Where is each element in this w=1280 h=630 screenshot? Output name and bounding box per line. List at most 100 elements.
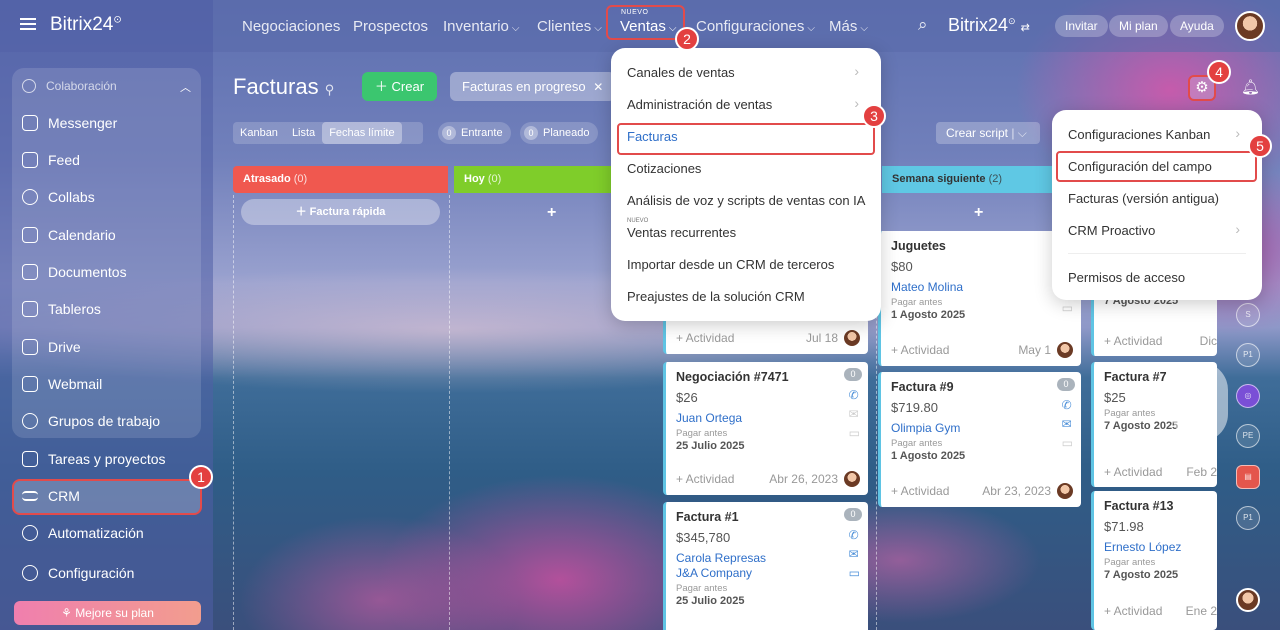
nav-prospectos[interactable]: Prospectos <box>353 18 428 35</box>
view-switcher: Kanban Lista Fechas límite <box>233 122 423 144</box>
bitrix-logo-right: Bitrix24⊙ ⇄ <box>948 15 1030 35</box>
clear-filter-icon: ✕ <box>593 80 604 94</box>
invoice-card[interactable]: Factura #13 $71.98 Ernesto López Pagar a… <box>1091 491 1217 630</box>
collapse-chevron-icon[interactable]: ︿ <box>180 79 191 95</box>
invite-button[interactable]: Invitar <box>1055 15 1108 37</box>
rail-card-icon[interactable]: ▤ <box>1236 465 1260 489</box>
rail-copilot-icon[interactable]: ◎ <box>1236 384 1260 408</box>
ventas-dropdown: Canales de ventas › Administración de ven… <box>611 48 881 321</box>
nav-ventas[interactable]: Ventas ⌵ <box>620 18 676 35</box>
user-avatar[interactable] <box>1235 11 1265 41</box>
collabs-icon <box>22 189 38 205</box>
invoice-card[interactable]: 0 Factura #1 $345,780 Carola Represas J&… <box>663 502 868 630</box>
group-icon <box>22 413 38 429</box>
invoice-card[interactable]: 0 Negociación #7471 $26 Juan Ortega Paga… <box>663 362 868 495</box>
menu-icon[interactable] <box>20 18 36 30</box>
chat-icon: ▭ <box>1061 301 1073 315</box>
collaboration-header[interactable]: Colaboración <box>22 79 117 93</box>
robot-icon <box>22 525 38 541</box>
sidebar-item-messenger[interactable]: Messenger <box>22 115 117 131</box>
invoice-card[interactable]: 0 Factura #9 $719.80 Olimpia Gym Pagar a… <box>878 372 1081 507</box>
nav-mas[interactable]: Más ⌵ <box>829 18 868 35</box>
sidebar-item-tareas[interactable]: Tareas y proyectos <box>22 451 166 467</box>
phone-icon: ✆ <box>848 528 859 542</box>
board-icon <box>22 301 38 317</box>
tab-fechas-limite[interactable]: Fechas límite <box>322 122 402 144</box>
sidebar-item-feed[interactable]: Feed <box>22 152 80 168</box>
sidebar-item-configuracion[interactable]: Configuración <box>22 565 134 581</box>
sidebar-item-grupos[interactable]: Grupos de trabajo <box>22 413 160 429</box>
sidebar-item-collabs[interactable]: Collabs <box>22 189 95 205</box>
menu-item-facturas[interactable]: Facturas <box>627 129 678 144</box>
nav-inventario[interactable]: Inventario ⌵ <box>443 18 519 35</box>
quick-invoice-button[interactable]: ＋ Factura rápida <box>241 199 440 225</box>
add-semana-button[interactable]: + <box>974 204 983 222</box>
mail-icon: ✉ <box>848 547 859 561</box>
menu-item-config-kanban[interactable]: Configuraciones Kanban <box>1068 127 1210 142</box>
nav-clientes[interactable]: Clientes ⌵ <box>537 18 602 35</box>
step-badge: 1 <box>189 465 213 489</box>
menu-item-cotizaciones[interactable]: Cotizaciones <box>627 161 701 176</box>
nav-configuraciones[interactable]: Configuraciones ⌵ <box>696 18 815 35</box>
tab-kanban[interactable]: Kanban <box>233 122 285 144</box>
menu-item-crm-proactivo[interactable]: CRM Proactivo <box>1068 223 1155 238</box>
nav-negociaciones[interactable]: Negociaciones <box>242 18 340 35</box>
column-semana-siguiente[interactable]: Semana siguiente (2) <box>882 166 1067 193</box>
create-button[interactable]: ＋ Crear <box>362 72 437 101</box>
sidebar-item-webmail[interactable]: Webmail <box>22 376 102 392</box>
invoice-card[interactable]: Juguetes $80 Mateo Molina Pagar antes 1 … <box>878 231 1081 366</box>
menu-item-analisis[interactable]: Análisis de voz y scripts de ventas con … <box>627 193 865 208</box>
chat-icon: ▭ <box>1061 436 1073 450</box>
bell-icon[interactable]: 🔔︎ <box>1241 78 1260 96</box>
rail-user-avatar[interactable] <box>1236 588 1260 612</box>
pin-icon: ⚲ <box>324 82 335 97</box>
create-script-button[interactable]: Crear script | ⌵ <box>936 122 1040 144</box>
chat-icon: ▭ <box>848 426 860 440</box>
tasks-icon <box>22 451 38 467</box>
chat-icon: ▭ <box>848 566 860 580</box>
step-badge: 4 <box>1207 60 1231 84</box>
sidebar-item-calendario[interactable]: Calendario <box>22 227 116 243</box>
column-atrasado[interactable]: Atrasado (0) <box>233 166 448 193</box>
search-icon[interactable]: ⌕ <box>918 15 928 35</box>
crm-icon <box>22 491 38 501</box>
menu-item-permisos[interactable]: Permisos de acceso <box>1068 270 1185 285</box>
mail-icon <box>22 376 38 392</box>
counter-entrante[interactable]: 0 Entrante <box>438 122 511 144</box>
sidebar-item-drive[interactable]: Drive <box>22 339 81 355</box>
my-plan-button[interactable]: Mi plan <box>1109 15 1168 37</box>
help-button[interactable]: Ayuda <box>1170 15 1224 37</box>
rail-avatar[interactable]: PE <box>1236 424 1260 448</box>
counter-planeado[interactable]: 0 Planeado <box>520 122 598 144</box>
invoice-card[interactable]: + Actividad Jul 18 <box>663 318 868 354</box>
phone-icon: ✆ <box>848 388 859 402</box>
sidebar-item-tableros[interactable]: Tableros <box>22 301 101 317</box>
page-title: Facturas ⚲ <box>233 74 335 99</box>
feed-icon <box>22 152 38 168</box>
sidebar-item-automatizacion[interactable]: Automatización <box>22 525 144 541</box>
menu-item-preajustes[interactable]: Preajustes de la solución CRM <box>627 289 805 304</box>
menu-item-facturas-antigua[interactable]: Facturas (versión antigua) <box>1068 191 1219 206</box>
gear-icon <box>22 565 38 581</box>
sidebar-item-documentos[interactable]: Documentos <box>22 264 127 280</box>
menu-item-ventas-recurrentes[interactable]: Ventas recurrentes <box>627 225 736 240</box>
filter-field[interactable]: Facturas en progreso ✕ <box>450 72 615 101</box>
sidebar-item-crm[interactable]: CRM <box>22 488 80 504</box>
rail-avatar[interactable]: P1 <box>1236 343 1260 367</box>
step-badge: 2 <box>675 27 699 51</box>
upgrade-button[interactable]: ⚘ Mejore su plan <box>14 601 201 625</box>
menu-item-importar[interactable]: Importar desde un CRM de terceros <box>627 257 834 272</box>
drive-icon <box>22 339 38 355</box>
menu-divider <box>1068 253 1246 254</box>
document-icon <box>22 264 38 280</box>
tab-lista[interactable]: Lista <box>285 122 322 144</box>
add-hoy-button[interactable]: + <box>547 204 556 222</box>
mail-icon: ✉ <box>1061 417 1072 431</box>
menu-item-canales[interactable]: Canales de ventas <box>627 65 735 80</box>
rail-avatar[interactable]: P1 <box>1236 506 1260 530</box>
menu-item-administracion[interactable]: Administración de ventas <box>627 97 772 112</box>
rail-avatar[interactable]: S <box>1236 303 1260 327</box>
bitrix-logo[interactable]: Bitrix24⊙ <box>50 14 122 36</box>
menu-item-config-campo[interactable]: Configuración del campo <box>1068 159 1212 174</box>
scroll-right-arrow[interactable]: › <box>1172 362 1228 442</box>
